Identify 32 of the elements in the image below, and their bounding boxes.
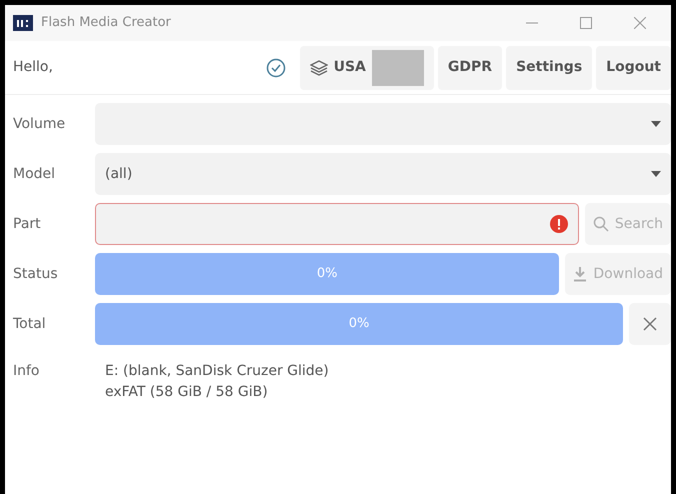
greeting-text: Hello,: [13, 58, 54, 77]
window-title: Flash Media Creator: [41, 14, 172, 32]
search-icon: [592, 216, 609, 232]
info-text: E: (blank, SanDisk Cruzer Glide): [105, 362, 329, 381]
settings-button[interactable]: Settings: [506, 46, 592, 90]
error-icon: [550, 215, 568, 233]
progress-text: 0%: [348, 315, 370, 334]
settings-button[interactable]: Logout: [596, 46, 671, 90]
dropdown-caret-icon: [651, 171, 661, 177]
maximize-icon[interactable]: [580, 17, 592, 29]
app-logo-icon: [13, 15, 33, 31]
account-button[interactable]: USA: [300, 46, 434, 90]
part-input-field[interactable]: [95, 203, 579, 245]
close-icon: [643, 317, 657, 331]
progress-text: 0%: [316, 265, 338, 284]
info-text: exFAT (58 GiB / 58 GiB): [105, 383, 269, 402]
check-circle-icon: [266, 58, 286, 78]
field-label: Total: [13, 314, 47, 334]
close-icon[interactable]: [634, 17, 646, 29]
download-icon: [573, 266, 588, 282]
field-label: Volume: [13, 114, 66, 134]
dropdown-caret-icon: [651, 121, 661, 127]
field-label: Status: [13, 264, 59, 284]
field-label: Model: [13, 164, 56, 184]
layers-icon: [310, 60, 328, 76]
header-button[interactable]: GDPR: [438, 46, 502, 90]
dropdown-field[interactable]: (all): [95, 153, 671, 195]
field-label: Info: [13, 362, 40, 381]
cancel-button[interactable]: [629, 303, 671, 345]
dropdown-field[interactable]: [95, 103, 671, 145]
redaction-block: [372, 50, 424, 86]
field-label: Part: [13, 214, 42, 234]
